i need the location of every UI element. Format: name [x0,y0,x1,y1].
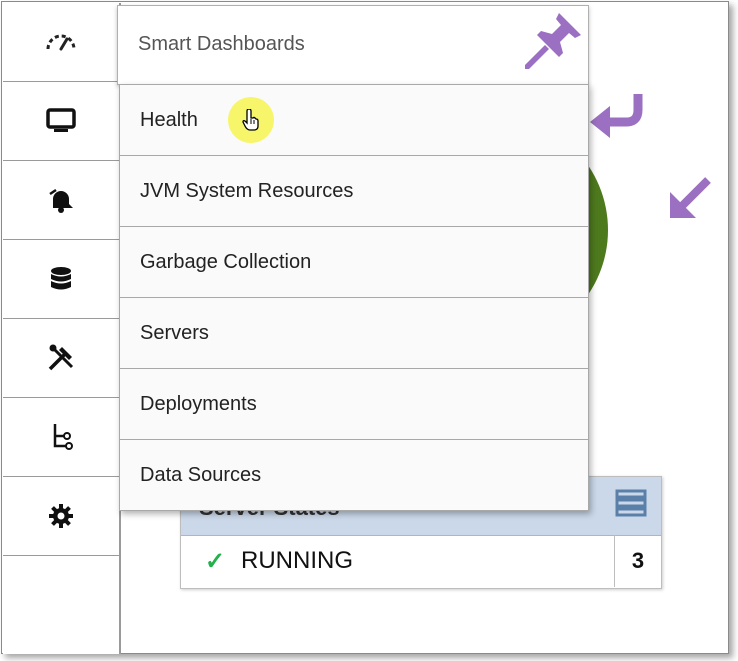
server-state-count: 3 [614,535,661,587]
cursor-highlight [228,97,274,143]
curved-arrow-icon [590,94,643,138]
gear-icon [49,504,73,528]
menu-title: Smart Dashboards [138,33,305,55]
server-state-label: RUNNING [241,547,353,574]
check-icon: ✓ [205,547,226,575]
server-state-row[interactable]: ✓ RUNNING 3 [181,535,661,587]
sidebar-item-datasources[interactable] [3,240,119,319]
monitor-icon [46,108,76,132]
menu-item-jvm-system-resources[interactable]: JVM System Resources [120,156,588,227]
menu-item-servers[interactable]: Servers [120,298,588,369]
diagonal-arrow-icon [670,177,711,218]
sidebar-item-settings[interactable] [3,477,119,556]
sidebar-item-alerts[interactable] [3,161,119,240]
hierarchy-icon [53,424,73,450]
dashboards-menu: Health JVM System Resources Garbage Coll… [119,84,589,511]
menu-item-label: Deployments [140,392,257,415]
menu-item-garbage-collection[interactable]: Garbage Collection [120,227,588,298]
smart-dashboards-header[interactable]: Smart Dashboards [117,5,589,85]
menu-item-health[interactable]: Health [120,85,588,156]
sidebar [3,3,121,654]
sidebar-item-dashboards[interactable] [3,3,119,82]
gauge-icon [46,34,76,51]
menu-item-label: Garbage Collection [140,250,312,273]
hand-cursor-icon [242,109,259,131]
tools-icon [48,344,74,371]
sidebar-item-tree[interactable] [3,398,119,477]
menu-item-label: Data Sources [140,463,262,486]
menu-item-deployments[interactable]: Deployments [120,369,588,440]
menu-item-label: Health [140,108,198,131]
database-icon [51,267,71,290]
menu-item-data-sources[interactable]: Data Sources [120,440,588,510]
servers-icon [615,489,647,517]
bell-icon [49,188,73,213]
sidebar-item-monitoring[interactable] [3,82,119,161]
menu-item-label: Servers [140,321,209,344]
menu-item-label: JVM System Resources [140,179,354,202]
pin-icon[interactable] [523,11,583,71]
sidebar-item-tools[interactable] [3,319,119,398]
